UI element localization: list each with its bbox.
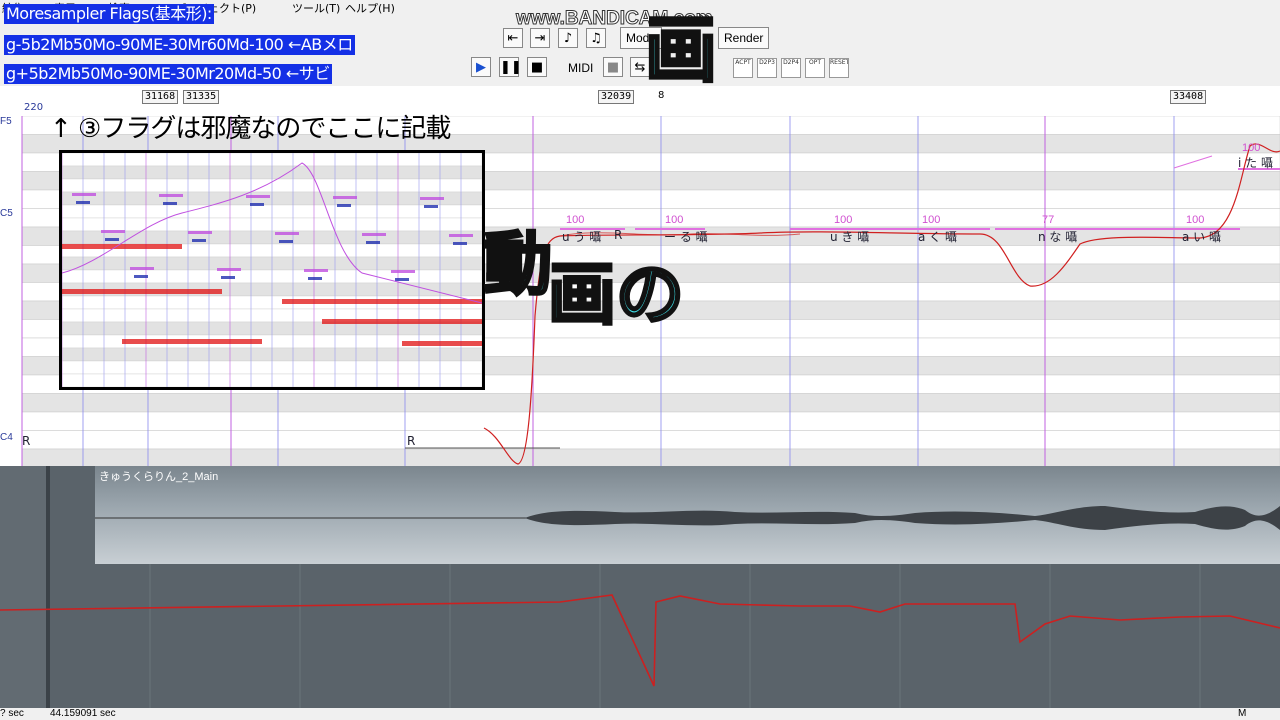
midi-stop-icon[interactable]: ■ <box>603 57 623 77</box>
acpt-icon[interactable]: ACPT <box>733 58 753 78</box>
ruler-tick: 33408 <box>1170 90 1207 104</box>
note-lyric[interactable]: n な 囁 <box>1038 228 1077 245</box>
daw-panel[interactable]: きゅうくらりん_2_Main <box>0 466 1280 720</box>
big-caption-char: 動 <box>482 226 553 305</box>
reset-icon[interactable]: RESET <box>829 58 849 78</box>
note-lyric[interactable]: a い 囁 <box>1182 228 1221 245</box>
inset-drawing <box>62 153 482 387</box>
note-velocity: 100 <box>1186 214 1205 226</box>
note-lyric[interactable]: R <box>614 228 622 242</box>
note-lyric[interactable]: u う 囁 <box>562 228 601 245</box>
opt-icon[interactable]: OPT <box>805 58 825 78</box>
midi-label: MIDI <box>568 61 594 75</box>
status-left: ? sec <box>0 708 24 719</box>
note-lyric[interactable]: ー る 囁 <box>664 228 708 245</box>
skip-end-icon[interactable]: ⇥ <box>530 28 550 48</box>
ruler-tick: 31168 <box>142 90 179 104</box>
note-next-icon[interactable]: ♫ <box>586 28 606 48</box>
key-label-f5: F5 <box>0 116 12 127</box>
ruler-tick: 31335 <box>183 90 220 104</box>
rest-label: R <box>407 434 416 448</box>
big-caption-text: 画の <box>546 256 685 335</box>
note-velocity: 100 <box>1242 142 1261 154</box>
d2p3-icon[interactable]: D2P3 <box>757 58 777 78</box>
flags-line-1: g-5b2Mb50Mo-90ME-30Mr60Md-100 ←ABメロ <box>4 35 355 55</box>
ruler-tick: 32039 <box>598 90 635 104</box>
status-time: 44.159091 sec <box>50 708 116 719</box>
annotation-text: ↑ ③フラグは邪魔なのでここに記載 <box>50 114 451 144</box>
note-lyric[interactable]: u き 囁 <box>830 228 869 245</box>
note-velocity: 100 <box>566 214 585 226</box>
stop-icon[interactable]: ■ <box>527 57 547 77</box>
note-velocity: 100 <box>922 214 941 226</box>
key-label-c4: C4 <box>0 432 13 443</box>
note-lyric[interactable]: a く 囁 <box>918 228 957 245</box>
flags-line-2: g+5b2Mb50Mo-90ME-30Mr20Md-50 ←サビ <box>4 64 332 84</box>
note-velocity: 100 <box>665 214 684 226</box>
play-icon[interactable]: ▶ <box>471 57 491 77</box>
skip-start-icon[interactable]: ⇤ <box>503 28 523 48</box>
zoomed-inset <box>59 150 485 390</box>
big-caption-char: 画 <box>643 8 718 92</box>
note-velocity: 100 <box>834 214 853 226</box>
rest-label: R <box>22 434 31 448</box>
pitch-curve-panel <box>0 564 1280 708</box>
pause-icon[interactable]: ❚❚ <box>499 57 522 77</box>
status-bar: ? sec 44.159091 sec M <box>0 708 1280 720</box>
note-prev-icon[interactable]: ♪ <box>558 28 578 48</box>
note-lyric[interactable]: i た 囁 <box>1238 154 1273 171</box>
key-label-c5: C5 <box>0 208 13 219</box>
d2p4-icon[interactable]: D2P4 <box>781 58 801 78</box>
note-velocity: 77 <box>1042 214 1055 226</box>
tempo-label: 220 <box>24 102 44 113</box>
flags-title: Moresampler Flags(基本形): <box>4 4 214 24</box>
render-button[interactable]: Render <box>718 27 770 49</box>
status-right: M <box>1238 708 1247 719</box>
